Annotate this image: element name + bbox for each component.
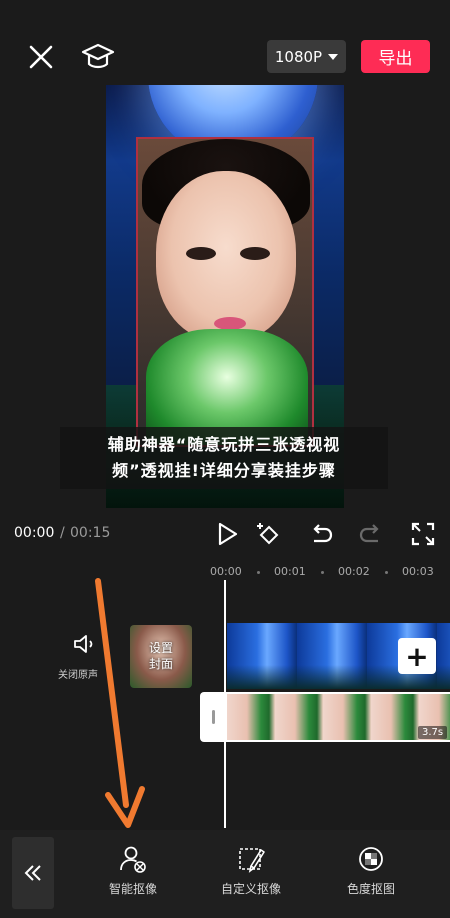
chroma-key-label: 色度抠图 — [346, 882, 395, 896]
plus-icon: + — [405, 639, 429, 673]
timeline-dot — [385, 571, 388, 574]
caption-line-2: 频”透视挂!详细分享装挂步骤 — [112, 461, 336, 480]
chroma-key-tool[interactable]: 色度抠图 — [326, 844, 416, 904]
time-separator: / — [60, 525, 65, 541]
keyframe-icon[interactable] — [256, 521, 282, 547]
resolution-label: 1080P — [274, 47, 323, 66]
handle-grip — [212, 710, 215, 724]
timeline-tick: 00:00 — [210, 565, 242, 578]
timeline-dot — [321, 571, 324, 574]
caption-line-1: 辅助神器“随意玩拼三张透视视 — [107, 435, 341, 454]
export-button[interactable]: 导出 — [361, 40, 430, 73]
portrait-frame — [136, 137, 314, 447]
add-clip-button[interactable]: + — [398, 638, 436, 674]
collapse-button[interactable] — [12, 837, 54, 909]
portrait-face — [156, 171, 296, 341]
timeline-tick: 00:02 — [338, 565, 370, 578]
custom-cutout-icon — [239, 848, 265, 873]
fullscreen-icon[interactable] — [410, 521, 436, 547]
timeline-tick: 00:03 — [402, 565, 434, 578]
current-time: 00:00 — [14, 525, 55, 541]
portrait-eye-left — [186, 247, 216, 260]
undo-icon[interactable] — [308, 521, 334, 547]
clip-duration-badge: 3.7s — [418, 726, 448, 739]
portrait-eye-right — [240, 247, 270, 260]
play-icon[interactable] — [214, 521, 240, 547]
redo-icon[interactable] — [358, 521, 384, 547]
arrow-annotation — [95, 578, 145, 828]
timeline-tick: 00:01 — [274, 565, 306, 578]
custom-cutout-label: 自定义抠像 — [220, 882, 281, 896]
smart-cutout-tool[interactable]: 智能抠像 — [88, 844, 178, 904]
custom-cutout-tool[interactable]: 自定义抠像 — [206, 844, 296, 904]
double-chevron-left-icon — [24, 865, 41, 881]
caption-banner: 辅助神器“随意玩拼三张透视视 频”透视挂!详细分享装挂步骤 — [60, 427, 388, 489]
clip-trim-handle[interactable] — [200, 692, 227, 742]
chroma-key-icon — [359, 847, 383, 871]
smart-cutout-label: 智能抠像 — [108, 882, 157, 896]
close-icon[interactable] — [26, 42, 56, 72]
resolution-dropdown[interactable]: 1080P — [267, 40, 346, 73]
total-time: 00:15 — [70, 525, 111, 541]
playhead[interactable] — [224, 580, 226, 828]
timeline-dot — [257, 571, 260, 574]
caret-down-icon — [328, 53, 339, 60]
graduation-cap-icon[interactable] — [80, 40, 116, 74]
smart-cutout-icon — [120, 846, 146, 873]
main-track-clip[interactable] — [227, 692, 450, 742]
